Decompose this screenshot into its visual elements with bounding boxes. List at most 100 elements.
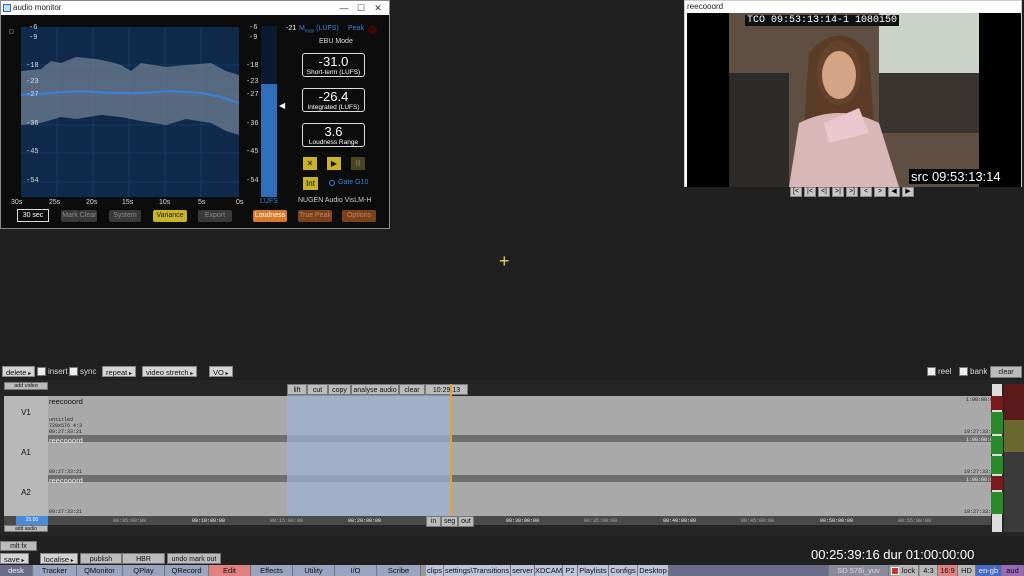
reel-label: reel <box>938 367 952 376</box>
video-stretch-button[interactable]: video stretch <box>142 366 198 377</box>
vo-button[interactable]: VO <box>209 366 233 377</box>
add-audio-button[interactable]: add audio <box>4 525 48 532</box>
track-header-v1[interactable]: V1 <box>4 396 48 436</box>
tab-edit[interactable]: Edit <box>209 565 251 576</box>
close-icon[interactable]: ✕ <box>370 2 386 14</box>
db-label: -9 <box>249 34 258 42</box>
undo-button[interactable]: undo mark out <box>167 553 221 564</box>
copy-button[interactable]: copy <box>328 384 351 395</box>
duration-field[interactable]: 30 sec <box>17 209 49 222</box>
maximize-icon[interactable]: ☐ <box>353 2 369 14</box>
tab-io[interactable]: I/O <box>335 565 377 576</box>
out-button[interactable]: out <box>458 516 474 527</box>
tab-tracker[interactable]: Tracker <box>33 565 77 576</box>
true-peak-button[interactable]: True Peak <box>298 210 332 222</box>
time-label: 20s <box>86 199 98 206</box>
repeat-button[interactable]: repeat <box>102 366 136 377</box>
tab-server[interactable]: server <box>511 565 535 576</box>
seg-button[interactable]: seg <box>441 516 458 527</box>
int-button[interactable]: Int <box>303 177 318 190</box>
mlt-fx-button[interactable]: mlt fx <box>0 541 37 551</box>
audio-button[interactable]: aud <box>1002 565 1024 576</box>
track-a1[interactable] <box>48 436 991 476</box>
tab-desk[interactable]: desk <box>0 565 33 576</box>
minimize-icon[interactable]: — <box>336 2 352 14</box>
zoom-field[interactable]: 25.00 <box>16 516 48 525</box>
tab-effects[interactable]: Effects <box>251 565 293 576</box>
step-back-edit-button[interactable]: <| <box>818 187 830 197</box>
stop-button[interactable]: ✕ <box>303 157 317 170</box>
aspect-4-3-button[interactable]: 4:3 <box>920 565 938 576</box>
clear-mark-button[interactable]: clear <box>399 384 425 395</box>
aspect-16-9-button[interactable]: 16:9 <box>938 565 958 576</box>
options-button[interactable]: Options <box>342 210 376 222</box>
export-button[interactable]: Export <box>198 210 232 222</box>
clear-button[interactable]: Clear <box>79 210 97 222</box>
clear-timeline-button[interactable]: clear <box>990 366 1022 378</box>
audio-monitor-titlebar[interactable]: audio monitor — ☐ ✕ <box>1 1 389 15</box>
track-a2[interactable] <box>48 476 991 516</box>
level-led <box>991 412 1003 434</box>
tab-playlists[interactable]: Playlists <box>578 565 609 576</box>
mark-button[interactable]: Mark <box>61 210 79 222</box>
insert-checkbox[interactable] <box>37 367 46 376</box>
step-forward-button[interactable]: > <box>874 187 886 197</box>
track-header-a1[interactable]: A1 <box>4 436 48 476</box>
lock-checkbox[interactable] <box>891 567 899 575</box>
tab-qplay[interactable]: QPlay <box>123 565 165 576</box>
sync-checkbox[interactable] <box>69 367 78 376</box>
loudness-range-value: 3.6 <box>324 124 343 139</box>
bank-checkbox[interactable] <box>959 367 968 376</box>
save-button[interactable]: save <box>0 553 29 564</box>
play-forward-button[interactable]: ▶ <box>902 187 914 197</box>
tab-xdcam[interactable]: XDCAM <box>535 565 563 576</box>
ruler-tick: 00:45:00:00 <box>741 518 775 524</box>
next-edit-button[interactable]: >| <box>832 187 844 197</box>
clip-meta: 09:27:33:21 <box>49 469 83 475</box>
publish-button[interactable]: publish <box>80 553 122 564</box>
lift-button[interactable]: lift <box>287 384 307 395</box>
db-label: -45 <box>246 148 259 156</box>
db-label: -18 <box>246 62 259 70</box>
tab-qrecord[interactable]: QRecord <box>165 565 209 576</box>
video-picture-svg <box>729 13 979 187</box>
level-meter-column <box>1004 420 1024 452</box>
hd-button[interactable]: HD <box>958 565 976 576</box>
variance-button[interactable]: Variance <box>153 210 187 222</box>
analyse-audio-button[interactable]: analyse audio <box>351 384 399 395</box>
tab-utility[interactable]: Utility <box>293 565 335 576</box>
go-start-button[interactable]: [< <box>790 187 802 197</box>
go-end-button[interactable]: >] <box>846 187 858 197</box>
brand-label: NUGEN Audio VisLM-H <box>298 197 372 204</box>
language-button[interactable]: en-gb <box>976 565 1002 576</box>
marked-selection[interactable] <box>287 384 451 516</box>
gate-radio[interactable] <box>329 180 335 186</box>
system-button[interactable]: System <box>109 210 141 222</box>
cut-button[interactable]: cut <box>307 384 328 395</box>
localise-button[interactable]: localise <box>40 553 78 564</box>
delete-button[interactable]: delete <box>2 366 36 377</box>
prev-edit-button[interactable]: |< <box>804 187 816 197</box>
in-button[interactable]: in <box>426 516 441 527</box>
add-video-button[interactable]: add video <box>4 382 48 390</box>
play-reverse-button[interactable]: ◀ <box>888 187 900 197</box>
play-button[interactable]: ▶ <box>327 157 341 170</box>
playhead[interactable] <box>450 384 452 516</box>
loudness-button[interactable]: Loudness <box>253 210 287 222</box>
pause-button[interactable]: II <box>351 157 365 170</box>
reel-checkbox[interactable] <box>927 367 936 376</box>
track-header-a2[interactable]: A2 <box>4 476 48 516</box>
tab-qmonitor[interactable]: QMonitor <box>77 565 123 576</box>
clip-name: reecooord <box>49 397 83 406</box>
tab-desktop[interactable]: Desktop <box>638 565 669 576</box>
hbr-button[interactable]: HBR <box>122 553 165 564</box>
tab-p2[interactable]: P2 <box>563 565 578 576</box>
track-v1[interactable] <box>48 396 991 436</box>
tab-scribe[interactable]: Scribe <box>377 565 421 576</box>
step-back-button[interactable]: < <box>860 187 872 197</box>
video-frame[interactable]: TCO 09:53:13:14-1 1080i50 src 09:53:13:1… <box>687 13 1021 187</box>
tab-configs[interactable]: Configs <box>609 565 638 576</box>
tab-clips[interactable]: clips <box>426 565 444 576</box>
tab-settings-transitions[interactable]: settings\Transitions <box>444 565 511 576</box>
integrated-value: -26.4 <box>318 89 349 104</box>
